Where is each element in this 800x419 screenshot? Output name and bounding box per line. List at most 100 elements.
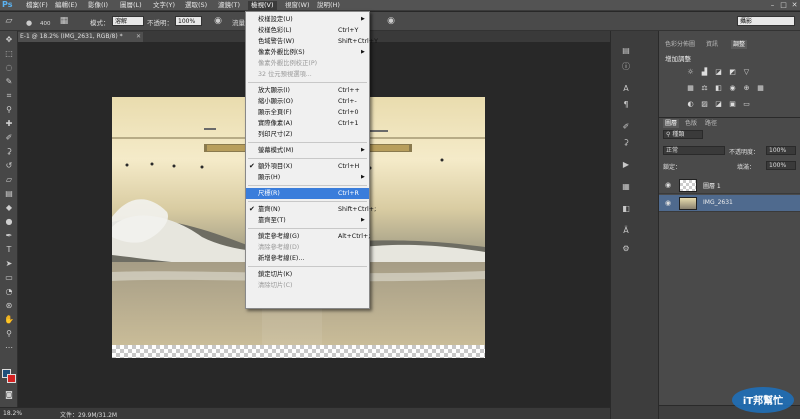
photo-filter-icon[interactable]: ◉ xyxy=(727,84,738,93)
zoom-level[interactable]: 18.2% xyxy=(3,410,22,417)
eraser-tool-preset-icon[interactable]: ▱ xyxy=(3,15,15,27)
brush-panel-icon[interactable]: ▦ xyxy=(58,15,70,27)
brush-presets-icon[interactable]: ✐ xyxy=(619,121,633,133)
dodge-tool-icon[interactable]: ● xyxy=(3,216,15,227)
type-tool-icon[interactable]: T xyxy=(3,244,15,255)
menu-item[interactable]: 選取(S) xyxy=(182,1,210,10)
levels-icon[interactable]: ▟ xyxy=(699,68,710,77)
view-menu-item[interactable]: 尺標(R) Ctrl+R xyxy=(246,188,369,199)
eraser-tool-icon[interactable]: ▱ xyxy=(3,174,15,185)
3d-camera-tool-icon[interactable]: ⊛ xyxy=(3,300,15,311)
clone-source-icon[interactable]: ⚳ xyxy=(619,137,633,149)
healing-brush-tool-icon[interactable]: ✚ xyxy=(3,118,15,129)
view-menu-item[interactable]: 顯示(H) ▶ xyxy=(246,172,369,183)
styles-panel-icon[interactable]: ◧ xyxy=(619,203,633,215)
invert-icon[interactable]: ◐ xyxy=(685,100,696,109)
tab-channels[interactable]: 色版 xyxy=(683,119,699,128)
pen-tool-icon[interactable]: ✒ xyxy=(3,230,15,241)
hand-tool-icon[interactable]: ✋ xyxy=(3,314,15,325)
crop-tool-icon[interactable]: ⌗ xyxy=(3,90,15,101)
menu-item[interactable]: 圖層(L) xyxy=(117,1,145,10)
menu-item[interactable]: 說明(H) xyxy=(314,1,343,10)
menu-item[interactable]: 文字(Y) xyxy=(150,1,178,10)
view-menu-item[interactable]: ✔ 額外項目(X) Ctrl+H xyxy=(246,161,369,172)
brush-tool-icon[interactable]: ✐ xyxy=(3,132,15,143)
view-menu-item[interactable]: 顯示全頁(F) Ctrl+0 xyxy=(246,107,369,118)
view-menu-item[interactable]: 鎖定切片(K) xyxy=(246,269,369,280)
history-brush-tool-icon[interactable]: ↺ xyxy=(3,160,15,171)
zoom-tool-icon[interactable]: ⚲ xyxy=(3,328,15,339)
tab-paths[interactable]: 路徑 xyxy=(703,119,719,128)
brightness-icon[interactable]: ☼ xyxy=(685,68,696,77)
tool-presets-icon[interactable]: ⚙ xyxy=(619,243,633,255)
color-lookup-icon[interactable]: ▦ xyxy=(755,84,766,93)
blend-mode-select[interactable]: 正常 xyxy=(663,146,725,155)
opacity-input[interactable]: 100% xyxy=(175,16,202,26)
curves-icon[interactable]: ◪ xyxy=(713,68,724,77)
background-color-swatch[interactable] xyxy=(7,374,16,383)
layer-kind-filter[interactable]: ⚲ 種類 xyxy=(663,130,703,139)
workspace-select[interactable]: 攝影 xyxy=(737,16,795,26)
channel-mixer-icon[interactable]: ⊕ xyxy=(741,84,752,93)
shape-tool-icon[interactable]: ▭ xyxy=(3,272,15,283)
pressure-size-icon[interactable]: ◉ xyxy=(385,15,397,27)
view-menu-item[interactable]: 列印尺寸(Z) xyxy=(246,129,369,140)
view-menu-item[interactable]: 實際像素(A) Ctrl+1 xyxy=(246,118,369,129)
quick-mask-icon[interactable]: ◙ xyxy=(3,389,15,400)
view-menu-item[interactable]: 縮小顯示(O) Ctrl+- xyxy=(246,96,369,107)
view-menu-item[interactable]: 螢幕模式(M) ▶ xyxy=(246,145,369,156)
extra-tools-icon[interactable]: ⋯ xyxy=(3,342,15,353)
3d-tool-icon[interactable]: ◔ xyxy=(3,286,15,297)
threshold-icon[interactable]: ◪ xyxy=(713,100,724,109)
tab-info[interactable]: 資訊 xyxy=(704,40,720,49)
menu-item[interactable]: 編輯(E) xyxy=(52,1,80,10)
brush-preview-icon[interactable]: ● xyxy=(23,17,35,29)
mode-select[interactable]: 溶解 xyxy=(112,16,144,26)
menu-item[interactable]: 檔案(F) xyxy=(23,1,51,10)
gradient-map-icon[interactable]: ▭ xyxy=(741,100,752,109)
minimize-icon[interactable]: – xyxy=(768,1,777,9)
layer-comps-icon[interactable]: ▦ xyxy=(619,181,633,193)
layer-row-selected[interactable]: ◉ IMG_2631 xyxy=(659,195,800,212)
clone-stamp-tool-icon[interactable]: ⚳ xyxy=(3,146,15,157)
view-menu-item[interactable]: 像素外觀比例(S) ▶ xyxy=(246,47,369,58)
tab-layers[interactable]: 圖層 xyxy=(663,119,680,128)
move-tool-icon[interactable]: ✥ xyxy=(3,34,15,45)
character-panel-icon[interactable]: A xyxy=(619,83,633,95)
path-select-tool-icon[interactable]: ➤ xyxy=(3,258,15,269)
actions-panel-icon[interactable]: ▶ xyxy=(619,159,633,171)
fill-input[interactable]: 100% xyxy=(766,161,796,170)
view-menu-item[interactable]: 校樣設定(U) ▶ xyxy=(246,14,369,25)
paragraph-panel-icon[interactable]: ¶ xyxy=(619,99,633,111)
gradient-tool-icon[interactable]: ▤ xyxy=(3,188,15,199)
menu-item[interactable]: 檢視(V) xyxy=(248,1,277,10)
black-white-icon[interactable]: ◧ xyxy=(713,84,724,93)
exposure-icon[interactable]: ◩ xyxy=(727,68,738,77)
view-menu-item[interactable]: 放大顯示(I) Ctrl++ xyxy=(246,85,369,96)
tab-histogram[interactable]: 色彩分佈圖 xyxy=(663,40,697,49)
view-menu-item[interactable]: 新增參考線(E)... xyxy=(246,253,369,264)
view-menu-item[interactable]: 鎖定參考線(G) Alt+Ctrl+; xyxy=(246,231,370,242)
document-tab[interactable]: E-1 @ 18.2% (IMG_2631, RGB/8) * ✕ xyxy=(18,32,143,42)
blur-tool-icon[interactable]: ◆ xyxy=(3,202,15,213)
menu-item[interactable]: 影像(I) xyxy=(85,1,111,10)
view-menu-item[interactable]: 校樣色彩(L) Ctrl+Y xyxy=(246,25,369,36)
marquee-tool-icon[interactable]: ⬚ xyxy=(3,48,15,59)
posterize-icon[interactable]: ▨ xyxy=(699,100,710,109)
menu-item[interactable]: 濾鏡(T) xyxy=(215,1,243,10)
visibility-eye-icon[interactable]: ◉ xyxy=(663,199,673,208)
quick-select-tool-icon[interactable]: ✎ xyxy=(3,76,15,87)
selective-color-icon[interactable]: ▣ xyxy=(727,100,738,109)
close-window-icon[interactable]: ✕ xyxy=(790,1,799,9)
layer-opacity-input[interactable]: 100% xyxy=(766,146,796,155)
view-menu-item[interactable]: 色域警告(W) Shift+Ctrl+Y xyxy=(246,36,378,47)
pressure-opacity-icon[interactable]: ◉ xyxy=(212,15,224,27)
tab-adjustments[interactable]: 調整 xyxy=(731,40,748,49)
info-panel-icon[interactable]: ⓘ xyxy=(619,61,633,73)
glyphs-panel-icon[interactable]: Ä xyxy=(619,225,633,237)
hue-sat-icon[interactable]: ▦ xyxy=(685,84,696,93)
eyedropper-tool-icon[interactable]: ⚲ xyxy=(3,104,15,115)
visibility-eye-icon[interactable]: ◉ xyxy=(663,181,673,190)
color-balance-icon[interactable]: ⚖ xyxy=(699,84,710,93)
layer-row[interactable]: ◉ 圖層 1 xyxy=(659,177,800,194)
